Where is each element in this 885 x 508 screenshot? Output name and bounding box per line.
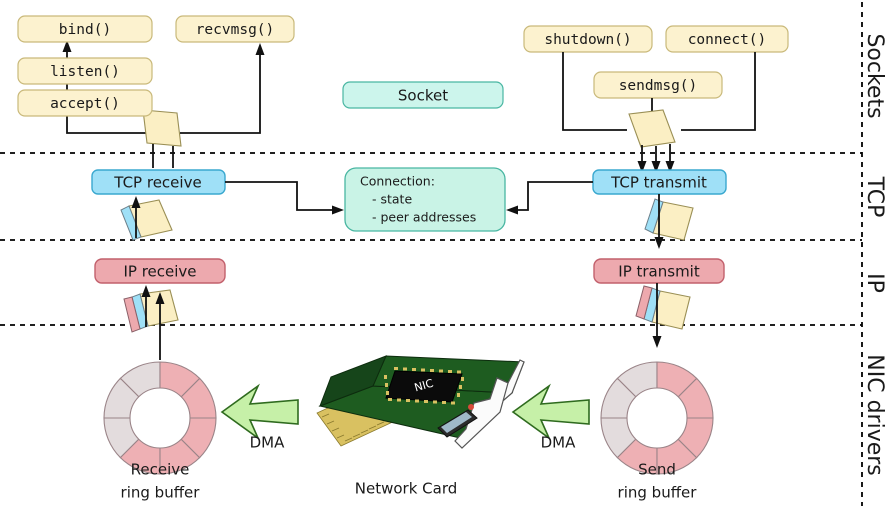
svg-text:- state: - state [372,192,412,207]
network-card: NIC [316,355,525,449]
svg-text:Sockets: Sockets [862,33,885,118]
dma-arrow-left [220,383,299,441]
svg-text:TCP receive: TCP receive [113,174,201,192]
svg-text:DMA: DMA [541,434,576,452]
svg-text:IP: IP [862,273,885,293]
wire-tcp-transmit-to-connection [516,181,593,211]
layer-label-nic-drivers: NIC drivers [862,354,885,475]
ring-hub [129,387,191,449]
svg-text:accept(): accept() [50,96,120,112]
packet-fan-sockets-transmit [628,109,676,148]
layer-label-ip: IP [862,273,885,293]
wire-tcp-receive-to-connection [225,181,335,211]
svg-text:ring buffer: ring buffer [121,484,201,502]
svg-text:listen(): listen() [50,64,120,80]
layer-label-sockets: Sockets [862,33,885,118]
network-card-caption: Network Card [355,480,458,498]
svg-text:connect(): connect() [688,32,767,48]
wire-fan-to-recvmsg [180,52,261,134]
svg-text:bind(): bind() [59,22,111,38]
svg-text:IP receive: IP receive [123,263,196,281]
dma-arrow-right [511,383,590,441]
receive-ring-buffer [103,361,217,475]
svg-text:shutdown(): shutdown() [544,32,631,48]
arrowhead-connection-in-right [506,205,518,215]
svg-text:Send: Send [638,461,676,479]
svg-text:TCP transmit: TCP transmit [610,174,707,192]
send-ring-buffer [600,361,714,475]
arrowhead-ip-receive [141,285,151,297]
svg-text:DMA: DMA [250,434,285,452]
svg-text:ring buffer: ring buffer [618,484,698,502]
svg-text:Receive: Receive [131,461,190,479]
ring-hub [626,387,688,449]
svg-text:recvmsg(): recvmsg() [196,22,275,38]
svg-text:Connection:: Connection: [360,174,435,189]
diagram-canvas: Sockets TCP IP NIC drivers bind() listen… [0,0,885,508]
svg-text:- peer addresses: - peer addresses [372,210,476,225]
arrowhead-recvmsg [255,43,265,55]
layer-label-tcp: TCP [862,176,885,218]
network-stack-diagram: Sockets TCP IP NIC drivers bind() listen… [0,2,885,506]
arrowhead-ip-transmit-down [652,336,662,348]
svg-text:IP transmit: IP transmit [618,263,700,281]
svg-text:NIC drivers: NIC drivers [862,354,885,475]
wire-accept-to-fan [66,116,147,134]
arrowhead-connection-in [332,205,344,215]
arrowhead-tcp-transmit-down [654,237,664,249]
card-link-led [468,404,474,410]
arrowhead-tcp-receive [131,196,141,208]
svg-text:TCP: TCP [862,176,885,218]
svg-text:sendmsg(): sendmsg() [619,78,698,94]
svg-text:Socket: Socket [398,87,448,105]
